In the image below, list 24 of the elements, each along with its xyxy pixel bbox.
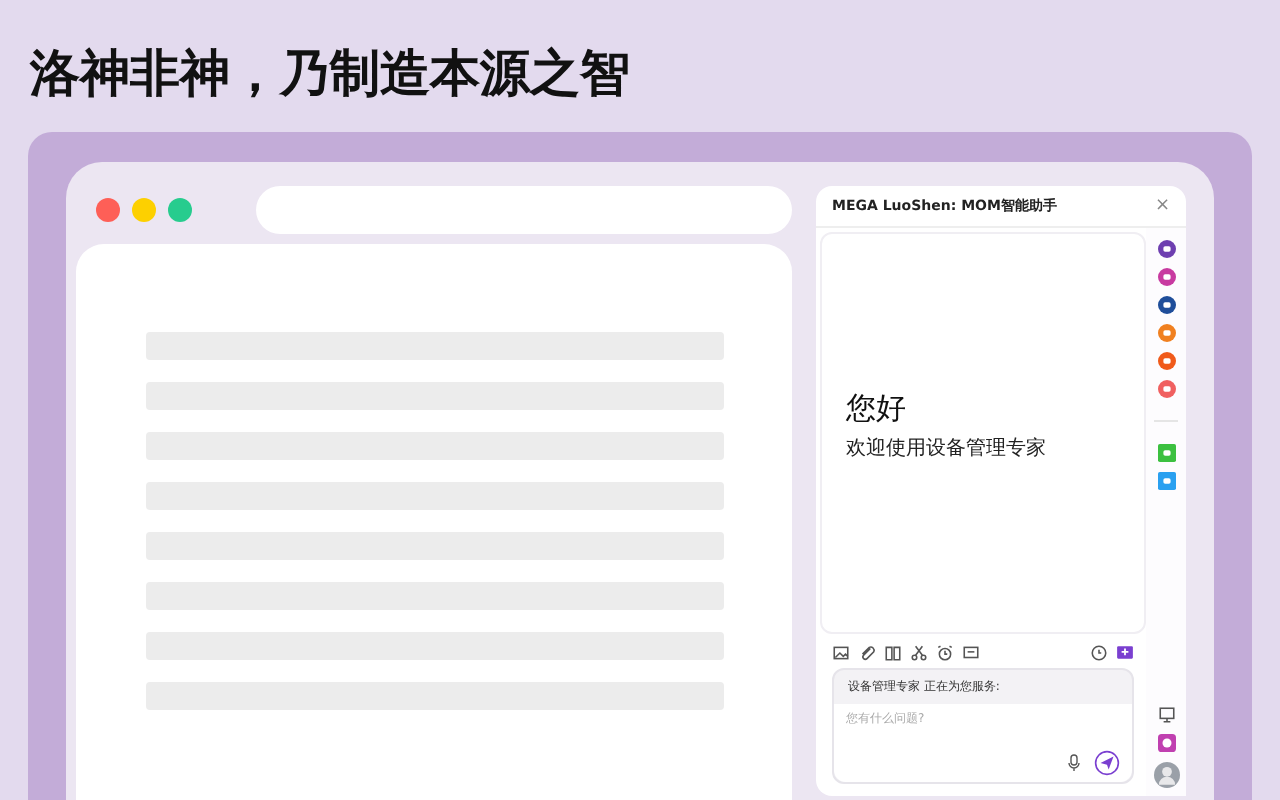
app-icon[interactable]	[1157, 240, 1175, 258]
close-button[interactable]: ×	[1154, 197, 1170, 215]
app-icon[interactable]	[1157, 734, 1175, 752]
greeting: 您好	[846, 390, 908, 426]
maximize-dot[interactable]	[168, 198, 192, 222]
new-chat-icon[interactable]	[1116, 644, 1134, 662]
alarm-clock-icon[interactable]	[936, 644, 954, 662]
monitor-icon[interactable]	[1157, 706, 1175, 724]
scissors-icon[interactable]	[910, 644, 928, 662]
app-icon[interactable]	[1157, 296, 1175, 314]
send-button[interactable]	[1094, 750, 1120, 776]
welcome-text: 欢迎使用设备管理专家	[846, 435, 1048, 464]
microphone-icon[interactable]	[1066, 754, 1082, 772]
avatar[interactable]	[1153, 762, 1179, 788]
close-dot[interactable]	[96, 198, 120, 222]
message-icon[interactable]	[962, 644, 980, 662]
book-icon[interactable]	[884, 644, 902, 662]
image-icon[interactable]	[832, 644, 850, 662]
headline: 洛神非神，乃制造本源之智	[27, 42, 632, 106]
app-icon[interactable]	[1157, 268, 1175, 286]
clock-icon[interactable]	[1090, 644, 1108, 662]
paperclip-icon[interactable]	[858, 644, 876, 662]
app-icon[interactable]	[1157, 352, 1175, 370]
minimize-dot[interactable]	[132, 198, 156, 222]
